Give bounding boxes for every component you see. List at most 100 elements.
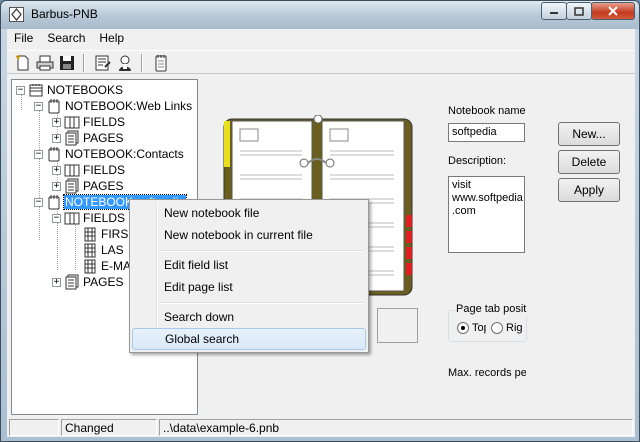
fields-icon [64, 164, 80, 177]
ctx-new-notebook-in-current-file[interactable]: New notebook in current file [132, 224, 366, 246]
tree-node-label: PAGES [83, 179, 124, 193]
edit-page-icon[interactable] [93, 53, 113, 73]
status-cell-empty [9, 419, 59, 436]
ctx-search-down[interactable]: Search down [132, 306, 366, 328]
pages-icon [65, 274, 79, 290]
field-icon [84, 243, 96, 258]
tree-node-pages[interactable]: + PAGES [52, 274, 124, 290]
tree-node-pages[interactable]: + PAGES [52, 178, 124, 194]
status-bar: Changed ..\data\example-6.pnb [7, 417, 635, 437]
tree-node-field[interactable]: FIRS [82, 226, 129, 242]
radio-button-icon[interactable] [491, 322, 503, 334]
radio-right[interactable]: Right [491, 322, 523, 334]
tree-node-field[interactable]: E-MA [82, 258, 132, 274]
context-menu-separator [160, 302, 364, 304]
description-label: Description: [448, 155, 507, 167]
tree-node-label: FIELDS [83, 211, 126, 225]
radio-right-label: Right [506, 322, 523, 334]
apply-button[interactable]: Apply [558, 178, 620, 202]
tree-node-notebook[interactable]: − NOTEBOOK:Web Links [34, 98, 193, 114]
notebook-icon [48, 99, 60, 114]
tree-node-label: FIELDS [83, 163, 126, 177]
app-icon [9, 7, 24, 22]
collapse-icon[interactable]: − [34, 197, 43, 207]
toolbar [7, 50, 635, 74]
minimize-icon [550, 12, 558, 14]
context-menu: New notebook file New notebook in curren… [129, 199, 369, 353]
window-title: Barbus-PNB [31, 7, 98, 21]
status-state: Changed [61, 419, 157, 436]
notebook-icon [48, 147, 60, 162]
app-window: Barbus-PNB File Search Help − NOTEBOOKS … [0, 0, 640, 442]
tree-node-label: NOTEBOOK:Contacts [65, 147, 184, 161]
field-icon [84, 227, 96, 242]
pages-icon [65, 130, 79, 146]
expand-icon[interactable]: + [52, 181, 61, 191]
tree-node-fields[interactable]: + FIELDS [52, 162, 126, 178]
close-icon [608, 6, 618, 16]
radio-top-label: Top [472, 322, 486, 334]
save-icon[interactable] [57, 53, 77, 73]
tree-line [39, 110, 40, 240]
notebook-icon[interactable] [151, 53, 171, 73]
ctx-edit-page-list[interactable]: Edit page list [132, 276, 366, 298]
collapse-icon[interactable]: − [16, 85, 25, 95]
menu-search[interactable]: Search [40, 29, 92, 49]
tree-node-label: FIELDS [83, 115, 126, 129]
field-icon [84, 259, 96, 274]
collapse-icon[interactable]: − [34, 101, 43, 111]
tree-node-label: LAS [101, 243, 124, 257]
delete-button[interactable]: Delete [558, 150, 620, 174]
description-textarea[interactable]: visit www.softpedia .com [448, 176, 525, 253]
print-icon[interactable] [35, 53, 55, 73]
notebooks-icon [29, 84, 43, 97]
fields-icon [64, 212, 80, 225]
minimize-button[interactable] [541, 2, 567, 20]
page-tab-position-label: Page tab position [455, 303, 527, 315]
tree-node-notebook[interactable]: − NOTEBOOK:Contacts [34, 146, 185, 162]
tree-node-fields[interactable]: + FIELDS [52, 114, 126, 130]
new-file-icon[interactable] [13, 53, 33, 73]
user-icon[interactable] [115, 53, 135, 73]
radio-top[interactable]: Top [457, 322, 486, 334]
toolbar-separator [141, 54, 143, 72]
tree-node-label: NOTEBOOKS [47, 83, 124, 97]
title-bar[interactable]: Barbus-PNB [1, 1, 639, 29]
pages-icon [65, 178, 79, 194]
close-button[interactable] [591, 2, 635, 20]
preview-box [377, 308, 418, 343]
ctx-new-notebook-file[interactable]: New notebook file [132, 202, 366, 224]
menu-help[interactable]: Help [92, 29, 131, 49]
expand-icon[interactable]: + [52, 117, 61, 127]
toolbar-separator [83, 54, 85, 72]
notebook-name-label: Notebook name [448, 105, 526, 117]
tree-node-pages[interactable]: + PAGES [52, 130, 124, 146]
ctx-edit-field-list[interactable]: Edit field list [132, 254, 366, 276]
menu-file[interactable]: File [7, 29, 40, 49]
tree-node-label: E-MA [101, 259, 131, 273]
tree-node-label: PAGES [83, 131, 124, 145]
tree-node-label: FIRS [101, 227, 129, 241]
max-records-label: Max. records per page [448, 367, 526, 379]
tree-node-root[interactable]: − NOTEBOOKS [16, 82, 124, 98]
notebook-icon [48, 195, 60, 210]
status-file-path: ..\data\example-6.pnb [159, 419, 633, 436]
menu-bar: File Search Help [7, 29, 635, 49]
notebook-name-input[interactable]: softpedia [448, 123, 525, 142]
radio-button-icon[interactable] [457, 322, 469, 334]
maximize-icon [574, 6, 584, 16]
new-button[interactable]: New... [558, 122, 620, 146]
collapse-icon[interactable]: − [52, 213, 61, 223]
collapse-icon[interactable]: − [34, 149, 43, 159]
tree-node-field[interactable]: LAS [82, 242, 125, 258]
ctx-global-search[interactable]: Global search [132, 328, 366, 350]
tree-node-fields[interactable]: − FIELDS [52, 210, 126, 226]
expand-icon[interactable]: + [52, 277, 61, 287]
expand-icon[interactable]: + [52, 133, 61, 143]
expand-icon[interactable]: + [52, 165, 61, 175]
fields-icon [64, 116, 80, 129]
maximize-button[interactable] [566, 2, 592, 20]
page-tab-position-group: Page tab position Top Right [448, 303, 527, 342]
tree-node-label: NOTEBOOK:Web Links [65, 99, 193, 113]
tree-line [75, 222, 76, 270]
